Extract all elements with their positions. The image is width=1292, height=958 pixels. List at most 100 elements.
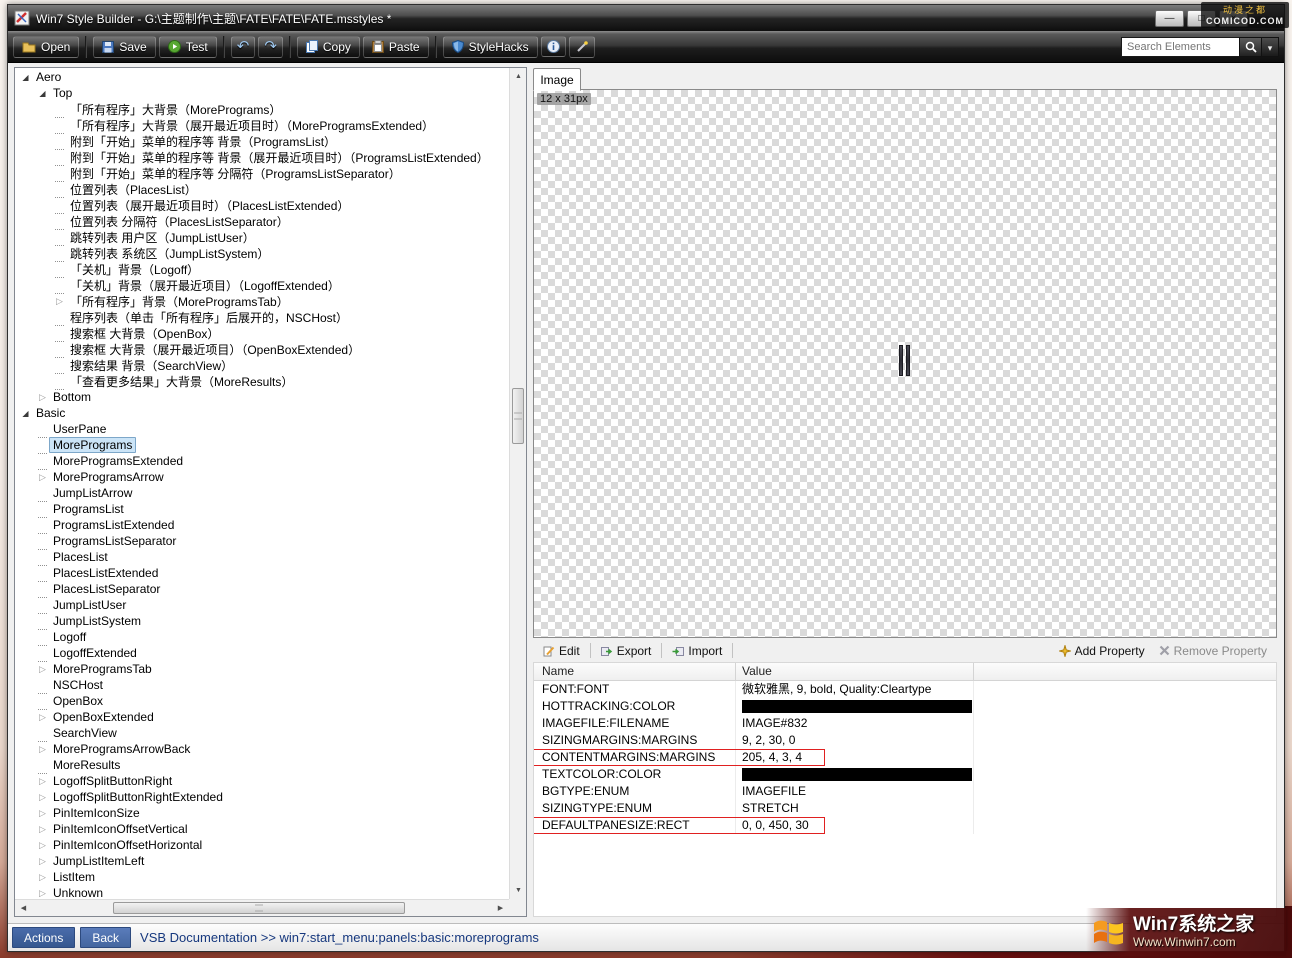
column-header-value[interactable]: Value [736,663,974,680]
tree-item[interactable]: ▷ OpenBoxExtended [15,709,509,725]
tree-expand-arrow[interactable]: ▷ [36,824,49,835]
open-button[interactable]: Open [13,36,79,58]
export-button[interactable]: Export [595,642,658,660]
tree-item[interactable]: PlacesList [15,549,509,565]
tree-expand-arrow[interactable]: ▷ [36,776,49,787]
tree-item[interactable]: PlacesListSeparator [15,581,509,597]
property-row[interactable]: CONTENTMARGINS:MARGINS 205, 4, 3, 4 [534,749,1276,766]
property-row[interactable]: TEXTCOLOR:COLOR [534,766,1276,783]
tree-item[interactable]: ProgramsList [15,501,509,517]
copy-button[interactable]: Copy [297,36,360,58]
tree-expand-arrow[interactable]: ▷ [36,392,49,403]
tree-item[interactable]: ▷ PinItemIconOffsetVertical [15,821,509,837]
scroll-down-icon[interactable]: ▼ [510,882,527,899]
edit-button[interactable]: Edit [537,642,586,660]
tree-item[interactable]: ◢ Aero [15,69,509,85]
tree-expand-arrow[interactable]: ▷ [36,840,49,851]
property-row[interactable]: HOTTRACKING:COLOR [534,698,1276,715]
tree-item[interactable]: NSCHost [15,677,509,693]
paste-button[interactable]: Paste [363,36,429,58]
tree-expand-arrow[interactable]: ▷ [36,792,49,803]
tree-item[interactable]: ◢ Basic [15,405,509,421]
image-canvas[interactable]: 12 x 31px [533,89,1277,638]
search-area: ▾ [1121,37,1279,57]
tree-expand-arrow[interactable]: ▷ [36,664,49,675]
tree-item[interactable]: JumpListArrow [15,485,509,501]
tree-expand-arrow[interactable]: ▷ [36,856,49,867]
tree-item[interactable]: MorePrograms [15,437,509,453]
tree-item[interactable]: Logoff [15,629,509,645]
tree-horizontal-scrollbar[interactable]: ◀ ▶ [15,899,509,916]
add-property-button[interactable]: Add Property [1053,642,1151,660]
tree-item[interactable]: ▷ PinItemIconSize [15,805,509,821]
import-button[interactable]: Import [666,642,728,660]
title-bar[interactable]: Win7 Style Builder - G:\主题制作\主题\FATE\FAT… [8,5,1284,31]
tree-item[interactable]: ▷ JumpListItemLeft [15,853,509,869]
tree-item-label: PlacesListExtended [49,565,162,581]
tree-item[interactable]: ▷ LogoffSplitButtonRight [15,773,509,789]
tree-item[interactable]: UserPane [15,421,509,437]
redo-button[interactable]: ↷ [258,36,283,58]
undo-button[interactable]: ↶ [231,36,256,58]
tree-item[interactable]: MoreResults [15,757,509,773]
tree-expand-arrow[interactable]: ▷ [36,472,49,483]
property-row[interactable]: SIZINGMARGINS:MARGINS 9, 2, 30, 0 [534,732,1276,749]
tree-item[interactable]: ▷ PinItemIconOffsetHorizontal [15,837,509,853]
tree-expand-arrow[interactable]: ▷ [36,888,49,899]
property-row[interactable]: SIZINGTYPE:ENUM STRETCH [534,800,1276,817]
tree-expand-arrow[interactable]: ▷ [36,872,49,883]
tree-expand-arrow[interactable]: ◢ [36,89,49,98]
horizontal-scroll-thumb[interactable] [113,902,405,914]
property-name: BGTYPE:ENUM [534,783,736,800]
remove-property-button[interactable]: Remove Property [1153,642,1273,660]
tree-item[interactable]: ▷ MoreProgramsTab [15,661,509,677]
tree-item[interactable]: ▷ Bottom [15,389,509,405]
tree-item[interactable]: OpenBox [15,693,509,709]
tree-item[interactable]: ▷ MoreProgramsArrowBack [15,741,509,757]
tree-item-label: Unknown [49,885,107,899]
property-row[interactable]: FONT:FONT 微软雅黑, 9, bold, Quality:Clearty… [534,681,1276,698]
stylehacks-button[interactable]: StyleHacks [443,36,538,58]
vertical-scroll-thumb[interactable] [512,388,524,444]
tree-item[interactable]: ▷ Unknown [15,885,509,899]
search-dropdown[interactable]: ▾ [1262,37,1279,57]
property-row[interactable]: IMAGEFILE:FILENAME IMAGE#832 [534,715,1276,732]
scroll-right-icon[interactable]: ▶ [492,900,509,917]
tab-image[interactable]: Image [533,68,581,91]
search-button[interactable] [1239,37,1262,57]
tree-item[interactable]: PlacesListExtended [15,565,509,581]
tree-item[interactable]: MoreProgramsExtended [15,453,509,469]
tree-item[interactable]: 「查看更多结果」大背景（MoreResults） [15,373,509,389]
tree-item[interactable]: LogoffExtended [15,645,509,661]
tree-expand-arrow[interactable]: ▷ [53,296,66,307]
wand-button[interactable] [569,36,595,58]
tree-expand-arrow[interactable]: ◢ [19,73,32,82]
property-row[interactable]: DEFAULTPANESIZE:RECT 0, 0, 450, 30 [534,817,1276,834]
add-property-label: Add Property [1075,644,1145,658]
tree-item[interactable]: ▷ ListItem [15,869,509,885]
tree-expand-arrow[interactable]: ▷ [36,712,49,723]
property-row[interactable]: BGTYPE:ENUM IMAGEFILE [534,783,1276,800]
scroll-left-icon[interactable]: ◀ [15,900,32,917]
tree-item[interactable]: SearchView [15,725,509,741]
scroll-up-icon[interactable]: ▲ [510,68,527,85]
tree-vertical-scrollbar[interactable]: ▲ ▼ [509,68,526,899]
back-button[interactable]: Back [80,927,131,948]
tree-expand-arrow[interactable]: ▷ [36,744,49,755]
main-toolbar: Open Save Test ↶ ↷ Copy [8,31,1284,63]
tree-item[interactable]: JumpListSystem [15,613,509,629]
search-input[interactable] [1121,37,1239,57]
tree-item[interactable]: ▷ MoreProgramsArrow [15,469,509,485]
actions-button[interactable]: Actions [12,927,75,948]
tree-item[interactable]: ProgramsListExtended [15,517,509,533]
tree-item[interactable]: JumpListUser [15,597,509,613]
column-header-name[interactable]: Name [534,663,736,680]
tree-expand-arrow[interactable]: ▷ [36,808,49,819]
tree-item[interactable]: ProgramsListSeparator [15,533,509,549]
tree-expand-arrow[interactable]: ◢ [19,409,32,418]
save-button[interactable]: Save [93,36,155,58]
minimize-button[interactable]: — [1155,10,1184,27]
tree-item[interactable]: ▷ LogoffSplitButtonRightExtended [15,789,509,805]
test-button[interactable]: Test [159,36,217,58]
info-button[interactable] [541,36,566,57]
